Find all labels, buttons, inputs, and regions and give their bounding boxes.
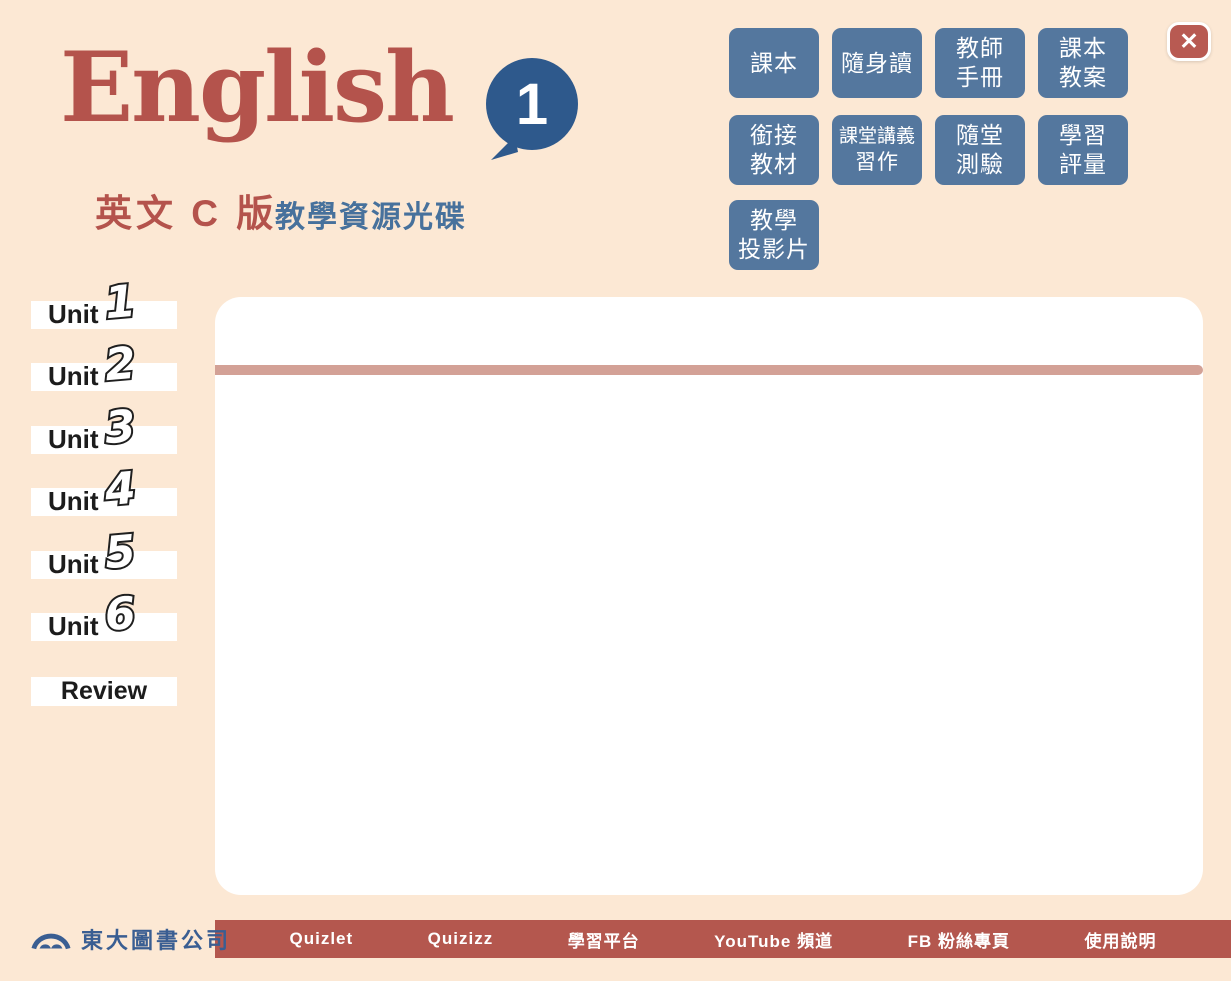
unit-label: Unit [48, 424, 99, 455]
button-label: 習作 [855, 150, 899, 176]
button-label: 課堂講義 [839, 124, 915, 150]
button-label: 教師 [956, 34, 1004, 63]
unit-label: Unit [48, 549, 99, 580]
unit-label: Unit [48, 299, 99, 330]
badge-1-icon: 1 [486, 58, 578, 150]
button-label: 隨身讀 [841, 49, 913, 78]
footer-link-learning-platform[interactable]: 學習平台 [568, 927, 640, 952]
footer-link-user-guide[interactable]: 使用說明 [1084, 927, 1156, 952]
teacher-manual-button[interactable]: 教師 手冊 [935, 28, 1025, 98]
edition-label: 英文 C 版 [95, 183, 277, 237]
bridging-material-button[interactable]: 銜接 教材 [729, 115, 819, 185]
button-label: 隨堂 [956, 121, 1004, 150]
button-label: 銜接 [750, 121, 798, 150]
unit-label: Unit [48, 611, 99, 642]
app-window: English 1 英文 C 版 教學資源光碟 ✕ 課本 隨身讀 教師 手冊 課… [0, 0, 1231, 981]
footer-link-youtube-channel[interactable]: YouTube 頻道 [714, 927, 833, 952]
button-label: 教材 [750, 150, 798, 179]
pocket-reader-button[interactable]: 隨身讀 [832, 28, 922, 98]
unit-number: 2 [103, 341, 138, 389]
quiz-button[interactable]: 隨堂 測驗 [935, 115, 1025, 185]
badge-number: 1 [486, 58, 578, 150]
unit-number: 6 [103, 591, 138, 639]
footer-link-bar: Quizlet Quizizz 學習平台 YouTube 頻道 FB 粉絲專頁 … [215, 920, 1231, 958]
brand-logo-english: English [60, 30, 453, 145]
rainbow-arch-icon [30, 924, 72, 954]
button-label: 測驗 [956, 150, 1004, 179]
unit-number: 1 [103, 279, 138, 327]
review-label: Review [61, 677, 147, 706]
unit-6-button[interactable]: Unit 6 [31, 613, 177, 641]
button-label: 手冊 [956, 63, 1004, 92]
review-button[interactable]: Review [31, 677, 177, 706]
unit-label: Unit [48, 361, 99, 392]
close-button[interactable]: ✕ [1167, 22, 1211, 61]
button-label: 學習 [1059, 121, 1107, 150]
unit-1-button[interactable]: Unit 1 [31, 301, 177, 329]
unit-number: 5 [103, 529, 138, 577]
button-label: 教案 [1059, 63, 1107, 92]
class-handout-workbook-button[interactable]: 課堂講義 習作 [832, 115, 922, 185]
footer-link-quizizz[interactable]: Quizizz [428, 929, 494, 949]
button-label: 投影片 [738, 235, 810, 264]
publisher-logo: 東大圖書公司 [30, 917, 231, 961]
footer-link-quizlet[interactable]: Quizlet [289, 929, 353, 949]
learning-assessment-button[interactable]: 學習 評量 [1038, 115, 1128, 185]
teaching-slides-button[interactable]: 教學 投影片 [729, 200, 819, 270]
unit-number: 3 [103, 404, 138, 452]
disc-subtitle: 教學資源光碟 [275, 192, 467, 236]
footer-link-fb-fanpage[interactable]: FB 粉絲專頁 [908, 927, 1010, 952]
unit-label: Unit [48, 486, 99, 517]
textbook-lesson-plan-button[interactable]: 課本 教案 [1038, 28, 1128, 98]
content-panel [215, 297, 1203, 895]
button-label: 教學 [750, 206, 798, 235]
publisher-name: 東大圖書公司 [81, 923, 231, 955]
button-label: 課本 [1059, 34, 1107, 63]
unit-5-button[interactable]: Unit 5 [31, 551, 177, 579]
unit-2-button[interactable]: Unit 2 [31, 363, 177, 391]
button-label: 課本 [750, 49, 798, 78]
button-label: 評量 [1059, 150, 1107, 179]
unit-4-button[interactable]: Unit 4 [31, 488, 177, 516]
textbook-button[interactable]: 課本 [729, 28, 819, 98]
close-icon: ✕ [1179, 28, 1198, 55]
unit-3-button[interactable]: Unit 3 [31, 426, 177, 454]
panel-divider-stripe [215, 365, 1203, 375]
unit-number: 4 [103, 466, 138, 514]
